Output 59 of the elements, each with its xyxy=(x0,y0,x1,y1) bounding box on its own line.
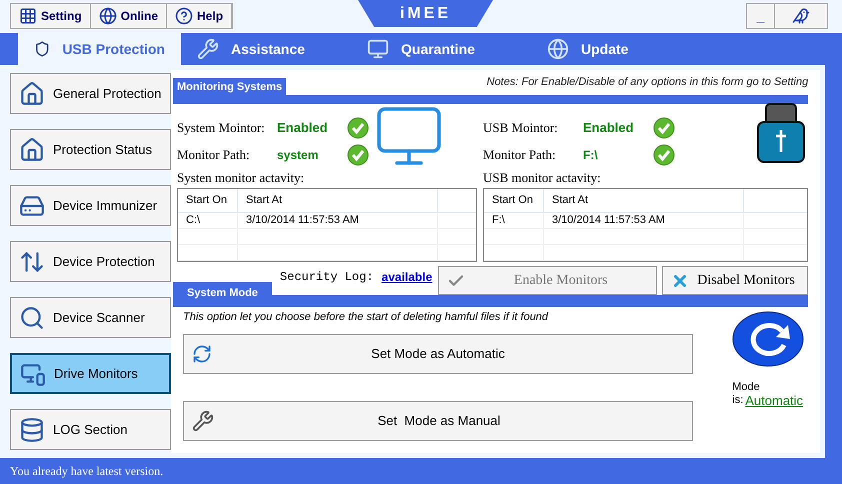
monitor-status: Enabled xyxy=(277,118,329,137)
column-header[interactable]: Start At xyxy=(544,189,744,212)
monitor-status: Enabled xyxy=(583,118,635,137)
help-icon xyxy=(175,7,194,25)
sidebar-item[interactable]: Protection Status xyxy=(10,129,171,170)
house-icon xyxy=(19,80,45,106)
sidebar-item[interactable]: Device Protection xyxy=(10,241,171,282)
path-label: Monitor Path: xyxy=(177,146,251,164)
sidebar-item[interactable]: Device Scanner xyxy=(10,297,171,338)
table-cell: 3/10/2014 11:57:53 AM xyxy=(544,213,744,228)
sidebar-item[interactable]: Drive Monitors xyxy=(10,353,171,394)
toolbar-button[interactable]: Help xyxy=(167,4,232,28)
tab[interactable]: Assistance xyxy=(181,33,351,65)
monitor-button[interactable]: Disabel Monitors xyxy=(662,266,808,295)
monitor-icon xyxy=(367,38,389,60)
mode-button[interactable]: Set Mode as Manual xyxy=(183,400,693,440)
tab[interactable]: USB Protection xyxy=(18,33,181,65)
table-cell: F:\ xyxy=(484,213,544,228)
section-title: Monitoring Systems xyxy=(173,78,286,95)
globe-icon xyxy=(98,7,117,25)
path-value: F:\ xyxy=(583,146,599,164)
monitor-label: System Mointor: xyxy=(177,118,266,137)
column-header[interactable]: Start On xyxy=(484,189,544,212)
sidebar-item[interactable]: Device Immunizer xyxy=(10,185,171,226)
wrench-icon xyxy=(197,38,219,60)
toolbar-button[interactable]: Online xyxy=(90,4,168,28)
usb-drive-icon xyxy=(756,102,806,164)
sidebar-item[interactable]: General Protection xyxy=(10,73,171,114)
column-header[interactable]: Start At xyxy=(238,189,438,212)
description-text: This option let you choose before the start of deleting hamful files if it found xyxy=(183,310,550,325)
tab[interactable]: Update xyxy=(531,33,701,65)
table-cell: 3/10/2014 11:57:53 AM xyxy=(238,213,438,228)
mode-prefix: is: xyxy=(732,394,744,407)
globe-icon xyxy=(547,38,569,60)
mode-button[interactable]: Set Mode as Automatic xyxy=(183,334,693,374)
mode-label: Mode xyxy=(732,381,761,394)
path-label: Monitor Path: xyxy=(483,146,557,164)
refresh-icon xyxy=(192,344,212,364)
activity-label: Systen monitor actavity: xyxy=(177,169,306,187)
logo: iMEE xyxy=(400,4,452,24)
note-text: Notes: For Enable/Disable of any options in this form go to Setting xyxy=(486,75,808,90)
security-log-link[interactable]: available xyxy=(382,268,432,286)
activity-label: USB monitor actavity: xyxy=(483,169,602,187)
table-cell: C:\ xyxy=(178,213,238,228)
magnifier-icon xyxy=(19,304,45,330)
tab[interactable]: Quarantine xyxy=(351,33,531,65)
path-value: system xyxy=(277,146,320,164)
security-log-label: Security Log: xyxy=(280,269,374,286)
tools-icon xyxy=(192,410,214,432)
sidebar-item[interactable]: LOG Section xyxy=(10,409,171,450)
toolbar-button[interactable]: Setting xyxy=(11,4,91,28)
refresh-icon xyxy=(732,311,804,367)
monitor-label: USB Mointor: xyxy=(483,118,559,137)
database-icon xyxy=(19,416,45,442)
bird-icon xyxy=(792,7,810,25)
house-icon xyxy=(19,136,45,162)
mode-value-link[interactable]: Automatic xyxy=(745,394,804,407)
column-header[interactable]: Start On xyxy=(178,189,238,212)
status-text: You already have latest version. xyxy=(10,463,164,480)
